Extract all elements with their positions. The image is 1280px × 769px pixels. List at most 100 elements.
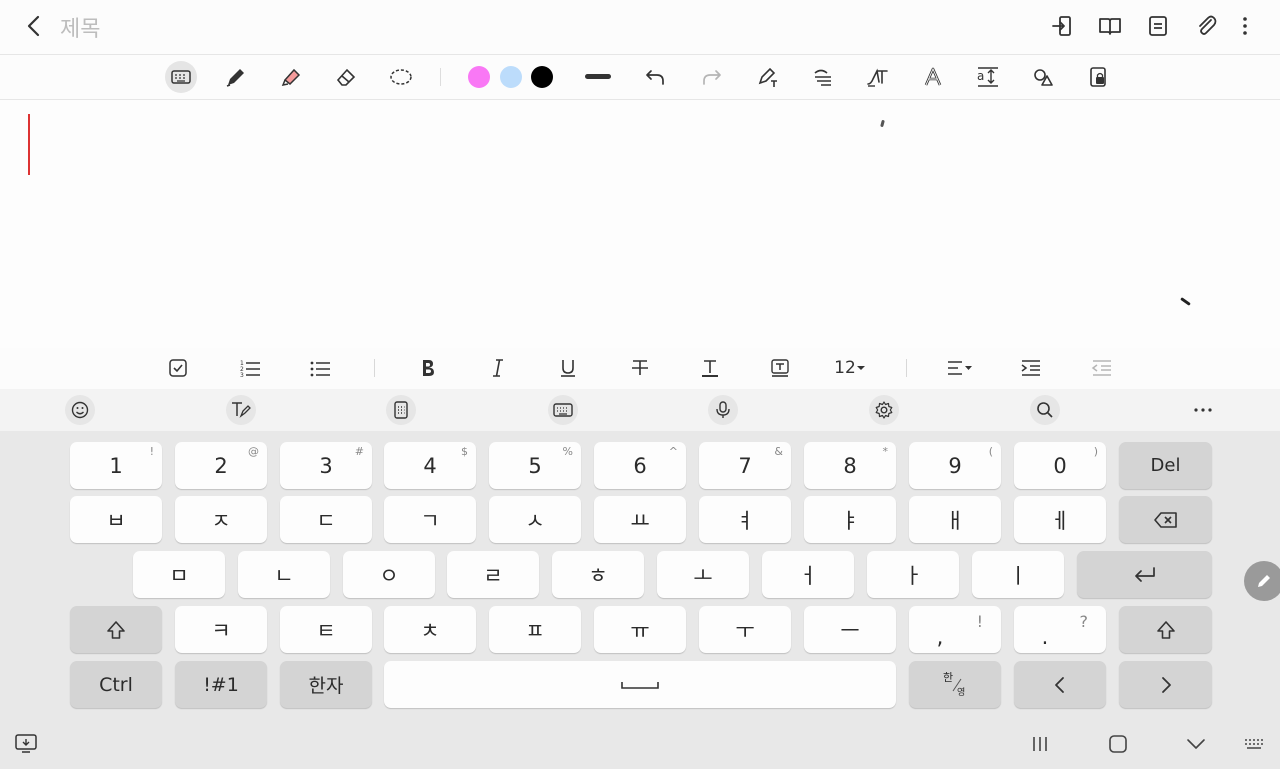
keyboard-mode-icon[interactable]	[165, 61, 197, 93]
key-pieup[interactable]: ㅍ	[489, 606, 581, 653]
key-chieut[interactable]: ㅊ	[384, 606, 476, 653]
key-digeut[interactable]: ㄷ	[280, 496, 372, 543]
key-tieut[interactable]: ㅌ	[280, 606, 372, 653]
symbols-key[interactable]: !#1	[175, 661, 267, 708]
back-nav-icon[interactable]	[1182, 732, 1210, 756]
shapes-icon[interactable]	[1027, 61, 1059, 93]
text-background-icon[interactable]	[768, 354, 792, 382]
enter-key[interactable]	[1077, 551, 1212, 598]
del-key[interactable]: Del	[1119, 442, 1212, 489]
note-title-input[interactable]: 제목	[60, 11, 100, 43]
key-hieut[interactable]: ㅎ	[552, 551, 644, 598]
color-black[interactable]	[531, 66, 553, 88]
key-yo[interactable]: ㅛ	[594, 496, 686, 543]
shift-key-right[interactable]	[1119, 606, 1212, 653]
key-2[interactable]: 2 @	[175, 442, 267, 489]
key-1[interactable]: 1!	[70, 442, 162, 489]
cursor-left-key[interactable]	[1014, 661, 1106, 708]
key-o[interactable]: ㅗ	[657, 551, 749, 598]
bullet-list-icon[interactable]	[308, 354, 332, 382]
backspace-key[interactable]	[1119, 496, 1212, 543]
ctrl-key[interactable]: Ctrl	[70, 661, 162, 708]
highlighter-icon[interactable]	[275, 61, 307, 93]
key-bieup[interactable]: ㅂ	[70, 496, 162, 543]
align-dropdown-icon[interactable]	[946, 354, 974, 382]
keyboard-layout-icon[interactable]	[548, 395, 578, 425]
underline-icon[interactable]	[556, 354, 580, 382]
indent-icon[interactable]	[1019, 354, 1043, 382]
text-size-icon[interactable]: a	[972, 61, 1004, 93]
space-key[interactable]	[384, 661, 896, 708]
redo-icon[interactable]	[696, 61, 728, 93]
attach-icon[interactable]	[1192, 12, 1220, 40]
italic-icon[interactable]	[486, 354, 510, 382]
key-7[interactable]: 7 &	[699, 442, 791, 489]
key-4[interactable]: 4 $	[384, 442, 476, 489]
numbered-list-icon[interactable]: 123	[238, 354, 262, 382]
key-ieung[interactable]: ㅇ	[343, 551, 435, 598]
pen-to-text-icon[interactable]	[752, 61, 784, 93]
key-yu[interactable]: ㅠ	[594, 606, 686, 653]
handwriting-icon[interactable]	[226, 395, 256, 425]
book-view-icon[interactable]	[1096, 12, 1124, 40]
key-eo[interactable]: ㅓ	[762, 551, 854, 598]
key-nieun[interactable]: ㄴ	[238, 551, 330, 598]
key-u[interactable]: ㅜ	[699, 606, 791, 653]
key-siot[interactable]: ㅅ	[489, 496, 581, 543]
cursor-right-key[interactable]	[1119, 661, 1212, 708]
text-color-icon[interactable]	[698, 354, 722, 382]
search-icon[interactable]	[1030, 395, 1060, 425]
outdent-icon[interactable]	[1090, 354, 1114, 382]
checkbox-list-icon[interactable]	[166, 354, 190, 382]
lock-page-icon[interactable]	[1082, 61, 1114, 93]
bold-icon[interactable]	[416, 354, 440, 382]
stroke-width-icon[interactable]	[582, 61, 614, 93]
key-i[interactable]: ㅣ	[972, 551, 1064, 598]
straighten-icon[interactable]	[807, 61, 839, 93]
key-eu[interactable]: ㅡ	[804, 606, 896, 653]
undo-icon[interactable]	[639, 61, 671, 93]
key-ae[interactable]: ㅐ	[909, 496, 1001, 543]
key-mieum[interactable]: ㅁ	[133, 551, 225, 598]
key-e[interactable]: ㅔ	[1014, 496, 1106, 543]
language-switch-key[interactable]: 한 영	[909, 661, 1001, 708]
import-icon[interactable]	[1048, 12, 1076, 40]
more-keyboard-options-icon[interactable]	[1188, 395, 1218, 425]
font-size-dropdown[interactable]: 12	[830, 354, 870, 382]
key-yeo[interactable]: ㅕ	[699, 496, 791, 543]
handwriting-text-icon[interactable]	[862, 61, 894, 93]
key-9[interactable]: 9(	[909, 442, 1001, 489]
keyboard-hide-icon[interactable]	[12, 732, 40, 756]
recent-apps-icon[interactable]	[1026, 732, 1054, 756]
color-pink[interactable]	[468, 66, 490, 88]
more-options-icon[interactable]	[1232, 12, 1260, 40]
settings-icon[interactable]	[869, 395, 899, 425]
shift-key-left[interactable]	[70, 606, 162, 653]
lasso-icon[interactable]	[385, 61, 417, 93]
key-giyeok[interactable]: ㄱ	[384, 496, 476, 543]
key-8[interactable]: 8 *	[804, 442, 896, 489]
key-comma[interactable]: ,!	[909, 606, 1001, 653]
key-period[interactable]: .?	[1014, 606, 1106, 653]
key-5[interactable]: 5%	[489, 442, 581, 489]
color-light-blue[interactable]	[500, 66, 522, 88]
page-view-icon[interactable]	[1144, 12, 1172, 40]
key-0[interactable]: 0)	[1014, 442, 1106, 489]
pen-icon[interactable]	[220, 61, 252, 93]
key-ya[interactable]: ㅑ	[804, 496, 896, 543]
keyboard-switch-icon[interactable]	[1240, 732, 1268, 756]
note-canvas[interactable]	[0, 100, 1280, 348]
key-6[interactable]: 6 ^	[594, 442, 686, 489]
key-3[interactable]: 3 #	[280, 442, 372, 489]
emoji-icon[interactable]	[65, 395, 95, 425]
key-rieul[interactable]: ㄹ	[447, 551, 539, 598]
key-a[interactable]: ㅏ	[867, 551, 959, 598]
home-icon[interactable]	[1104, 732, 1132, 756]
back-arrow-icon[interactable]	[20, 12, 48, 40]
hanja-key[interactable]: 한자	[280, 661, 372, 708]
keypad-icon[interactable]	[386, 395, 416, 425]
microphone-icon[interactable]	[708, 395, 738, 425]
eraser-icon[interactable]	[330, 61, 362, 93]
key-jieut[interactable]: ㅈ	[175, 496, 267, 543]
floating-pen-button[interactable]	[1244, 561, 1280, 601]
